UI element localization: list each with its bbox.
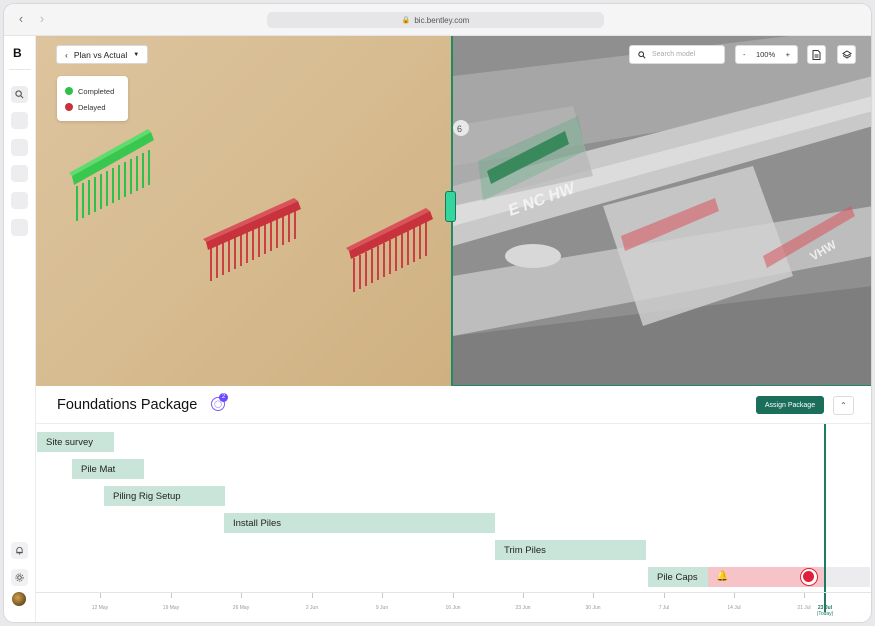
timeline-tick [664,593,665,598]
forward-arrow-icon[interactable]: › [35,12,49,26]
completed-pile-group[interactable] [69,129,154,221]
back-arrow-icon[interactable]: ‹ [14,12,28,26]
timeline-label: 23 Jun [515,605,531,611]
timeline-today-note: (Today) [816,611,834,617]
zoom-level: 100% [755,50,776,59]
package-title: Foundations Package [57,397,198,413]
sidebar-item-1[interactable] [11,112,28,129]
delay-marker-dot [803,571,814,582]
aerial-photo-render: 6 E NC HW VHW [453,36,871,385]
gear-icon[interactable] [11,569,28,586]
timeline-tick-today [824,593,825,598]
sidebar-divider [9,69,31,70]
delayed-pile-group-1[interactable] [203,198,301,281]
task-bar-pile-mat[interactable]: Pile Mat [72,459,144,479]
bell-icon[interactable] [11,542,28,559]
timeline-label: 19 May [162,605,180,611]
timeline-label: 21 Jul [797,605,811,611]
completed-dot-icon [65,87,73,95]
plan-vs-actual-dropdown[interactable]: ‹ Plan vs Actual ▼ [56,45,149,64]
today-line [824,424,826,612]
legend-item-delayed: Delayed [65,99,120,115]
badge-count: 2 [219,393,228,402]
assign-package-button[interactable]: Assign Package [756,396,824,414]
address-bar[interactable]: 🔒 bic.bentley.com [267,12,604,28]
timeline-label: 2 Jun [305,605,319,611]
timeline-tick [171,593,172,598]
task-label: Pile Mat [81,463,116,475]
zoom-in-button[interactable]: + [786,50,790,59]
layers-icon[interactable] [837,45,856,64]
plan-vs-actual-label: Plan vs Actual [73,49,128,60]
lock-icon: 🔒 [401,17,411,24]
browser-toolbar: ‹ › 🔒 bic.bentley.com [4,4,871,36]
search-placeholder: Search model [652,51,696,58]
timeline-tick [593,593,594,598]
url-text: bic.bentley.com [414,15,470,25]
sidebar-item-2[interactable] [11,139,28,156]
app-logo[interactable]: B [13,46,22,60]
task-label: Pile Caps [657,571,698,583]
timeline-tick [804,593,805,598]
zoom-control: - 100% + [735,45,798,64]
avatar[interactable] [12,592,26,606]
package-header: Foundations Package ◯ 2 Assign Package ⌃ [36,386,871,424]
svg-text:6: 6 [457,124,462,134]
legend-item-completed: Completed [65,83,120,99]
model-viewer: ‹ Plan vs Actual ▼ Completed Delayed 6 E… [36,36,871,386]
task-bar-piling-rig-setup[interactable]: Piling Rig Setup [104,486,225,506]
sidebar-item-3[interactable] [11,165,28,182]
task-bar-pile-caps[interactable]: Pile Caps [648,567,708,587]
task-label: Piling Rig Setup [113,490,181,502]
timeline-label: 16 Jun [445,605,461,611]
task-bar-install-piles[interactable]: Install Piles [224,513,495,533]
timeline-label: 9 Jun [375,605,389,611]
search-icon[interactable] [11,86,28,103]
package-users-badge[interactable]: ◯ 2 [211,393,228,413]
delay-marker[interactable] [800,568,818,586]
gantt-chart: Site survey Pile Mat Piling Rig Setup In… [36,424,871,622]
timeline-label: 26 May [232,605,250,611]
plan-model-pane[interactable]: ‹ Plan vs Actual ▼ Completed Delayed [36,36,451,386]
search-model-field[interactable]: Search model [629,45,725,64]
zoom-out-button[interactable]: - [743,50,746,59]
delayed-pile-group-2[interactable] [346,208,433,292]
timeline-tick [523,593,524,598]
split-view-handle[interactable] [445,191,456,222]
legend-label: Completed [78,86,115,96]
legend-label: Delayed [78,102,106,112]
task-bar-site-survey[interactable]: Site survey [37,432,114,452]
timeline-tick [382,593,383,598]
app-window: ‹ › 🔒 bic.bentley.com B ‹ Plan vs Actual… [4,4,871,622]
document-icon[interactable] [807,45,826,64]
timeline-tick [241,593,242,598]
search-icon [638,50,646,59]
timeline-label: 30 Jun [585,605,601,611]
sidebar-item-4[interactable] [11,192,28,209]
timeline-tick [453,593,454,598]
remaining-track [826,567,870,587]
timeline-tick [734,593,735,598]
alert-bell-icon[interactable]: 🔔 [716,571,728,582]
task-label: Site survey [46,436,93,448]
timeline-label: 14 Jul [727,605,741,611]
sidebar-item-5[interactable] [11,219,28,236]
timeline-label: 12 May [91,605,109,611]
caret-down-icon: ▼ [133,51,140,58]
status-legend: Completed Delayed [57,76,128,121]
timeline-label: 7 Jul [658,605,670,611]
delayed-dot-icon [65,103,73,111]
pile-caps-overdue-bar[interactable]: 🔔 [708,567,870,587]
task-label: Install Piles [233,517,282,529]
timeline-axis: 12 May 19 May 26 May 2 Jun 9 Jun 16 Jun … [36,592,871,622]
sidebar: B [4,36,36,622]
timeline-tick [312,593,313,598]
task-bar-trim-piles[interactable]: Trim Piles [495,540,646,560]
actual-aerial-pane[interactable]: 6 E NC HW VHW Search model - 100% + [451,36,871,386]
chevron-left-icon: ‹ [65,49,68,60]
collapse-chevron-up-icon[interactable]: ⌃ [833,396,854,415]
timeline-tick [100,593,101,598]
task-label: Trim Piles [504,544,546,556]
